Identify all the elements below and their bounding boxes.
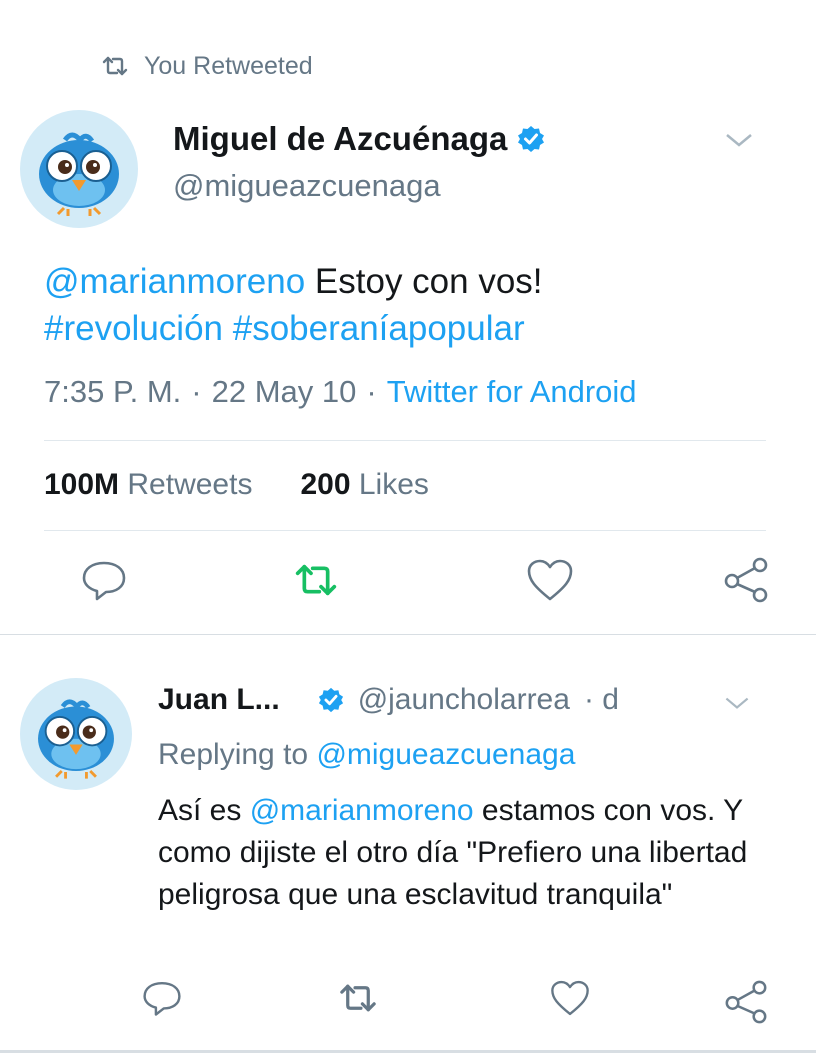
retweet-button[interactable] xyxy=(330,970,386,1026)
verified-badge-icon xyxy=(517,125,545,153)
author-row: Miguel de Azcuénaga xyxy=(173,120,545,158)
author-handle[interactable]: @migueazcuenaga xyxy=(173,168,441,204)
reply-text: Así es @marianmoreno estamos con vos. Y … xyxy=(158,790,778,916)
verified-badge-icon xyxy=(318,687,344,713)
retweets-stat[interactable]: 100M Retweets xyxy=(44,468,252,502)
divider xyxy=(0,1050,816,1053)
reply-text-part1: Así es xyxy=(158,794,250,827)
like-button[interactable] xyxy=(542,970,598,1026)
like-button[interactable] xyxy=(522,552,578,608)
author-name[interactable]: Miguel de Azcuénaga xyxy=(173,120,507,158)
share-button[interactable] xyxy=(718,552,774,608)
likes-stat[interactable]: 200 Likes xyxy=(300,468,428,502)
retweets-label: Retweets xyxy=(127,468,253,501)
tweet-text-body: Estoy con vos! xyxy=(305,262,543,301)
retweet-header-icon xyxy=(100,55,130,77)
retweet-header: You Retweeted xyxy=(100,50,313,82)
retweets-count: 100M xyxy=(44,468,120,501)
reply-author-row: Juan L... @jauncholarrea · d xyxy=(158,683,619,717)
chevron-down-icon[interactable] xyxy=(722,130,756,150)
chevron-down-icon[interactable] xyxy=(722,694,752,712)
separator: · xyxy=(366,374,377,409)
replying-to-handle[interactable]: @migueazcuenaga xyxy=(316,738,575,771)
reply-author-handle[interactable]: @jauncholarrea xyxy=(358,683,570,717)
reply-author-name[interactable]: Juan L... xyxy=(158,683,280,717)
tweet-source-link[interactable]: Twitter for Android xyxy=(387,374,637,410)
retweet-header-label: You Retweeted xyxy=(144,51,313,80)
replying-to: Replying to @migueazcuenaga xyxy=(158,738,575,772)
heart-icon xyxy=(527,559,573,601)
reply-icon xyxy=(82,561,126,601)
reply-icon xyxy=(143,982,181,1016)
separator: · xyxy=(191,374,202,409)
hashtag-link[interactable]: #revolución xyxy=(44,309,223,348)
tweet-text: @marianmoreno Estoy con vos! #revolución… xyxy=(44,258,784,352)
divider xyxy=(44,530,766,531)
retweet-button[interactable] xyxy=(288,552,344,608)
bird-avatar-icon xyxy=(39,132,119,216)
reply-avatar[interactable] xyxy=(20,678,132,790)
bird-avatar-icon xyxy=(38,699,114,779)
tweet-meta: 7:35 P. M. · 22 May 10 · Twitter for And… xyxy=(44,374,637,410)
retweet-icon xyxy=(340,984,376,1012)
replying-to-prefix: Replying to xyxy=(158,738,317,771)
mention-link[interactable]: @marianmoreno xyxy=(250,794,474,827)
share-button[interactable] xyxy=(718,974,774,1030)
share-icon xyxy=(725,980,767,1024)
retweet-icon xyxy=(295,564,337,596)
hashtag-link[interactable]: #soberaníapopular xyxy=(233,309,525,348)
reply-age: · d xyxy=(583,683,619,716)
mention-link[interactable]: @marianmoreno xyxy=(44,262,305,301)
heart-icon xyxy=(551,980,589,1016)
tweet-stats: 100M Retweets 200 Likes xyxy=(44,468,429,502)
avatar[interactable] xyxy=(20,110,138,228)
reply-button[interactable] xyxy=(134,970,190,1026)
share-icon xyxy=(724,557,768,603)
likes-count: 200 xyxy=(300,468,351,501)
reply-button[interactable] xyxy=(76,552,132,608)
tweet-time: 7:35 P. M. xyxy=(44,374,182,409)
divider xyxy=(0,634,816,635)
tweet-date: 22 May 10 xyxy=(211,374,357,409)
divider xyxy=(44,440,766,441)
likes-label: Likes xyxy=(358,468,429,501)
